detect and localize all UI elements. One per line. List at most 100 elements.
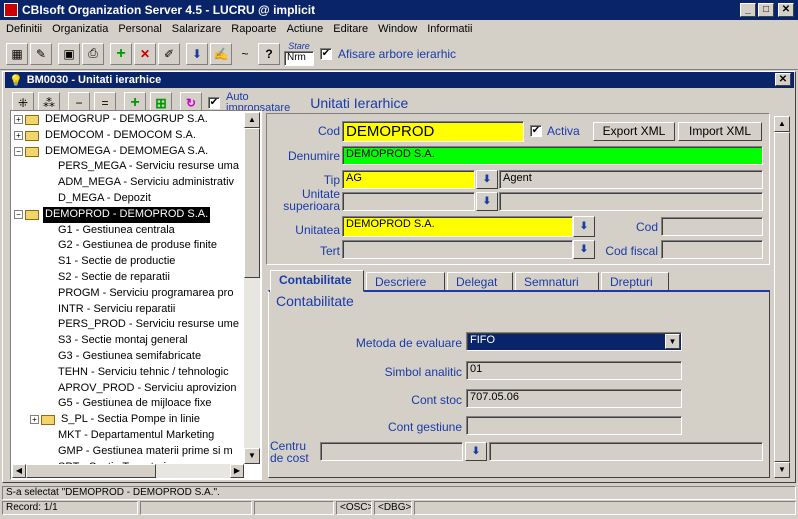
pen-icon[interactable]: ✍ <box>210 42 232 65</box>
import-xml-button[interactable]: Import XML <box>678 122 762 141</box>
cont-gest-field[interactable] <box>466 416 682 435</box>
maximize-button[interactable]: □ <box>758 3 774 17</box>
tree-item[interactable]: + DEMOCOM - DEMOCOM S.A. <box>12 128 244 144</box>
tab-drepturi[interactable]: Drepturi <box>601 272 669 291</box>
record-indicator: Record: 1/1 <box>2 501 138 515</box>
tert-field[interactable] <box>342 240 573 259</box>
tree-item[interactable]: − DEMOMEGA - DEMOMEGA S.A. <box>12 144 244 160</box>
cont-stoc-field[interactable]: 707.05.06 <box>466 389 682 408</box>
tree-item[interactable]: S1 - Sectie de productie <box>12 254 244 270</box>
tree-item[interactable]: − DEMOPROD - DEMOPROD S.A. <box>12 206 244 223</box>
help-icon[interactable]: ? <box>258 42 280 65</box>
unitatea-field[interactable]: DEMOPROD S.A. <box>342 216 573 237</box>
unitatea-lookup-icon[interactable]: ⬇ <box>573 216 595 237</box>
form-scroll-up-icon[interactable]: ▲ <box>774 116 790 132</box>
form-scroll-down-icon[interactable]: ▼ <box>774 462 790 478</box>
menu-personal[interactable]: Personal <box>118 23 161 35</box>
menu-definitii[interactable]: Definitii <box>6 23 42 35</box>
menu-informatii[interactable]: Informatii <box>427 23 472 35</box>
child-close-button[interactable]: ✕ <box>775 73 791 86</box>
tree-item-label: G3 - Gestiunea semifabricate <box>58 349 202 362</box>
scroll-left-icon[interactable]: ◀ <box>12 464 26 478</box>
form-vscrollbar[interactable]: ▲ ▼ <box>774 116 790 478</box>
add-icon[interactable]: + <box>110 42 132 65</box>
auto-checkbox[interactable]: ✔ <box>208 97 220 109</box>
activa-checkbox[interactable]: ✔ <box>530 125 542 137</box>
cod-field[interactable]: DEMOPROD <box>342 121 524 142</box>
tab-contabilitate[interactable]: Contabilitate <box>270 270 364 292</box>
menu-rapoarte[interactable]: Rapoarte <box>231 23 276 35</box>
tip-lookup-icon[interactable]: ⬇ <box>476 170 498 189</box>
delete-icon[interactable]: ✕ <box>134 42 156 65</box>
cod2-field[interactable] <box>661 217 763 236</box>
tab-semnaturi[interactable]: Semnaturi <box>515 272 599 291</box>
tree-hscrollbar[interactable]: ◀ ▶ <box>12 464 244 478</box>
print-icon[interactable]: ⎙ <box>82 42 104 65</box>
centru-lookup-icon[interactable]: ⬇ <box>465 442 487 461</box>
tree-item[interactable]: PERS_MEGA - Serviciu resurse uma <box>12 159 244 175</box>
export-xml-button[interactable]: Export XML <box>593 122 675 141</box>
close-button[interactable]: ✕ <box>778 3 794 17</box>
tree-item[interactable]: G3 - Gestiunea semifabricate <box>12 349 244 365</box>
expand-node-icon[interactable]: + <box>14 130 23 140</box>
scroll-up-icon[interactable]: ▲ <box>244 112 260 128</box>
tree-item[interactable]: G2 - Gestiunea de produse finite <box>12 238 244 254</box>
metoda-select[interactable]: FIFO <box>466 332 682 351</box>
edit-icon[interactable]: ✐ <box>158 42 180 65</box>
tree-item[interactable]: S3 - Sectie montaj general <box>12 333 244 349</box>
menu-organizatia[interactable]: Organizatia <box>52 23 108 35</box>
expand-node-icon[interactable]: + <box>14 115 23 124</box>
simbol-field[interactable]: 01 <box>466 361 682 380</box>
tip-field[interactable]: AG <box>342 170 475 189</box>
unit-sup-lookup-icon[interactable]: ⬇ <box>476 192 498 211</box>
tree-item[interactable]: S2 - Sectie de reparatii <box>12 270 244 286</box>
menu-actiune[interactable]: Actiune <box>287 23 324 35</box>
tree-item[interactable]: ADM_MEGA - Serviciu administrativ <box>12 175 244 191</box>
org-tree[interactable]: + DEMOGRUP - DEMOGRUP S.A. + DEMOCOM - DEMO… <box>12 112 244 464</box>
menu-window[interactable]: Window <box>378 23 417 35</box>
scroll-right-icon[interactable]: ▶ <box>230 464 244 478</box>
tree-item[interactable]: + DEMOGRUP - DEMOGRUP S.A. <box>12 112 244 128</box>
metoda-dropdown-icon[interactable]: ▼ <box>665 334 680 349</box>
folder-icon <box>25 146 39 157</box>
collapse-node-icon[interactable]: − <box>14 146 23 156</box>
save-icon[interactable]: ▣ <box>58 42 80 65</box>
tree-item[interactable]: G5 - Gestiunea de mijloace fixe <box>12 396 244 412</box>
tree-item[interactable]: INTR - Serviciu reparatii <box>12 302 244 318</box>
unit-sup-field[interactable] <box>342 192 475 211</box>
menu-salarizare[interactable]: Salarizare <box>172 23 222 35</box>
main-toolbar: ▦ ✎ ▣ ⎙ + ✕ ✐ ⬇ ✍ ~ ? Stare Nrm ✔ Afisar… <box>0 38 798 70</box>
tab-descriere[interactable]: Descriere <box>366 272 445 291</box>
form-scroll-thumb[interactable] <box>774 132 790 462</box>
hscroll-thumb[interactable] <box>26 464 156 478</box>
calculator-icon[interactable]: ▦ <box>6 42 28 65</box>
tree-item[interactable]: GMP - Gestiunea materii prime si m <box>12 444 244 460</box>
tree-item[interactable]: PROGM - Serviciu programarea pro <box>12 286 244 302</box>
afisare-checkbox[interactable]: ✔ <box>320 47 332 60</box>
tree-item[interactable]: G1 - Gestiunea centrala <box>12 223 244 239</box>
centru-field[interactable] <box>320 442 463 461</box>
tree-item[interactable]: + S_PL - Sectia Pompe in linie <box>12 412 244 428</box>
wand-icon[interactable]: ✎ <box>30 42 52 65</box>
stare-field[interactable]: Nrm <box>284 50 314 66</box>
cod-fiscal-field[interactable] <box>661 240 763 259</box>
dbg-indicator: <DBG> <box>374 501 412 515</box>
app-icon <box>4 3 18 17</box>
tree-item[interactable]: PERS_PROD - Serviciu resurse ume <box>12 317 244 333</box>
tree-item[interactable]: D_MEGA - Depozit <box>12 191 244 207</box>
collapse-node-icon[interactable]: − <box>14 209 23 219</box>
tree-item[interactable]: MKT - Departamentul Marketing <box>12 428 244 444</box>
scroll-thumb[interactable] <box>244 128 260 278</box>
download-icon[interactable]: ⬇ <box>186 42 208 65</box>
expand-node-icon[interactable]: + <box>30 415 39 425</box>
minimize-button[interactable]: _ <box>740 3 756 17</box>
denumire-field[interactable]: DEMOPROD S.A. <box>342 146 763 165</box>
scroll-down-icon[interactable]: ▼ <box>244 448 260 464</box>
tab-delegat[interactable]: Delegat <box>447 272 513 291</box>
curve-icon[interactable]: ~ <box>234 42 256 65</box>
tree-vscrollbar[interactable]: ▲ ▼ <box>244 112 260 464</box>
tert-lookup-icon[interactable]: ⬇ <box>573 240 595 259</box>
menu-editare[interactable]: Editare <box>333 23 368 35</box>
tree-item[interactable]: TEHN - Serviciu tehnic / tehnologic <box>12 365 244 381</box>
tree-item[interactable]: APROV_PROD - Serviciu aprovizion <box>12 381 244 397</box>
